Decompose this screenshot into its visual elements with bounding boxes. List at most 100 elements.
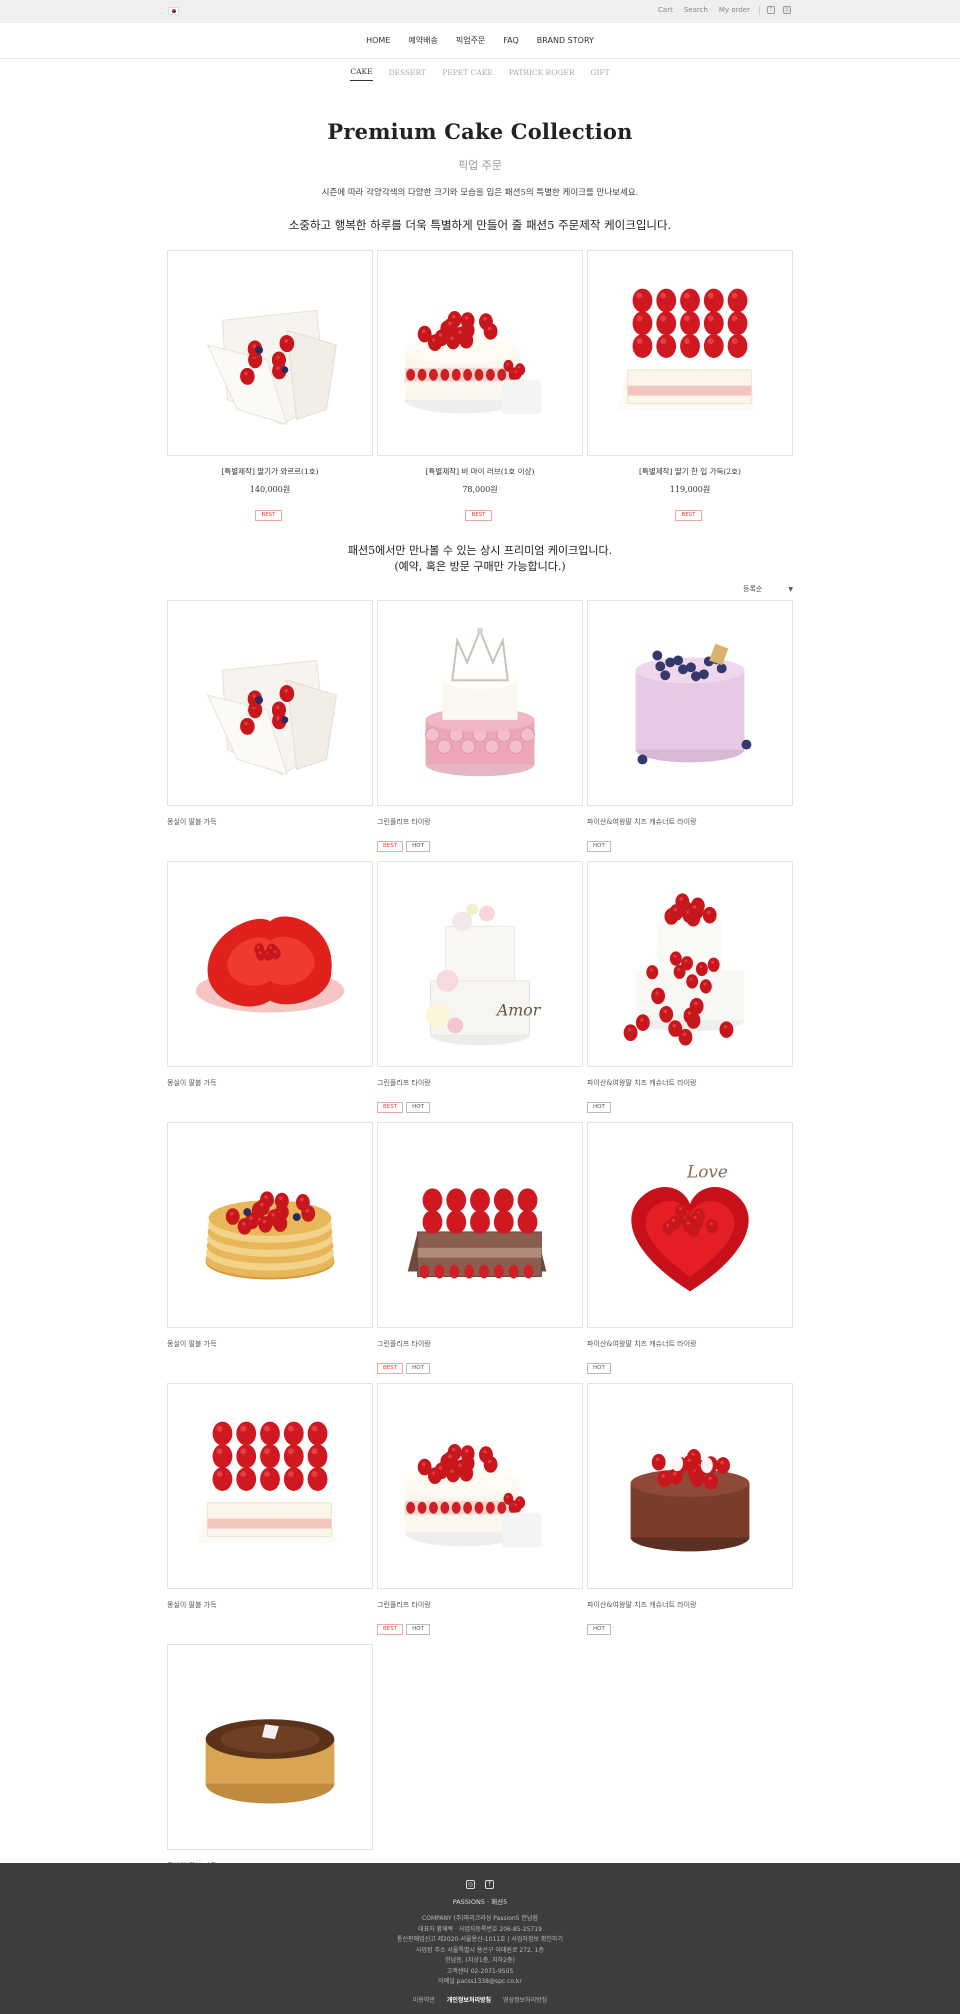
nav-home[interactable]: HOME (366, 36, 390, 45)
nav-brand-story[interactable]: BRAND STORY (537, 36, 594, 45)
product-card[interactable]: 몽실이 딸블 가득 (167, 861, 373, 1122)
featured-name[interactable]: [특별제작] 딸기가 와르르(1호) (167, 466, 373, 477)
facebook-icon[interactable]: f (485, 1880, 494, 1889)
privacy-link[interactable]: 개인정보처리방침 (447, 1995, 491, 2004)
product-thumbnail[interactable] (377, 600, 583, 806)
featured-name[interactable]: [특별제작] 딸기 한 입 가득(2호) (587, 466, 793, 477)
instagram-icon[interactable]: ◎ (466, 1880, 475, 1889)
product-card[interactable]: 몽실이 딸블 가득 (167, 1383, 373, 1644)
tab-cake[interactable]: CAKE (350, 67, 373, 81)
hot-badge: HOT (406, 841, 430, 852)
facebook-icon[interactable]: f (767, 6, 775, 14)
top-utility-bar: Cart Search My order f ◎ (0, 0, 960, 23)
instagram-icon[interactable]: ◎ (783, 6, 791, 14)
nav-pickup[interactable]: 픽업주문 (456, 35, 485, 46)
product-thumbnail[interactable]: Amor (377, 861, 583, 1067)
product-thumbnail[interactable] (167, 1122, 373, 1328)
cake-image (195, 916, 345, 1013)
cake-image (404, 1444, 542, 1548)
product-card[interactable]: 몽실이 딸블 가득 (167, 600, 373, 861)
social-icons: f ◎ (767, 6, 791, 14)
footer-brand: PASSION5 · 패션5 (452, 1898, 508, 1906)
featured-thumbnail[interactable] (587, 250, 793, 456)
tab-dessert[interactable]: DESSERT (389, 68, 427, 81)
best-badge: BEST (377, 1102, 404, 1113)
site-footer: ◎ f PASSION5 · 패션5 COMPANY (주)파리크라상 Pass… (0, 1863, 960, 2014)
footer-company-info: COMPANY (주)파리크라상 Passion5 한남점 대표자 황재복 · 사… (0, 1914, 960, 1988)
featured-card[interactable]: [특별제작] 비 마이 러브(1호 이상) 78,000원 BEST (377, 250, 583, 521)
footer-info-line: 이메일 pacss1338@spc.co.kr (438, 1978, 522, 1985)
best-badge: BEST (255, 510, 282, 521)
cake-image: Amor (425, 903, 542, 1046)
cake-image (206, 309, 337, 426)
cake-image (425, 627, 535, 777)
featured-price: 119,000원 (669, 485, 711, 494)
product-thumbnail[interactable] (377, 1122, 583, 1328)
footer-links: 이용약관 개인정보처리방침 영상정보처리방침 (0, 1995, 960, 2004)
product-card[interactable]: 몽실이 딸블 가득 (167, 1122, 373, 1383)
product-thumbnail[interactable] (167, 600, 373, 806)
product-thumbnail[interactable] (167, 1644, 373, 1850)
product-thumbnail[interactable] (587, 1383, 793, 1589)
product-badges: BEST HOT (377, 1354, 583, 1374)
product-badges: BEST HOT (377, 1615, 583, 1635)
hot-badge: HOT (587, 1624, 611, 1635)
svg-text:Amor: Amor (495, 1000, 542, 1019)
best-badge: BEST (377, 1363, 404, 1374)
korea-flag-icon[interactable] (168, 7, 179, 15)
product-thumbnail[interactable] (377, 1383, 583, 1589)
cake-image (617, 288, 757, 410)
product-card[interactable]: 그린플리프 타이랑 BEST HOT (377, 1383, 583, 1644)
product-thumbnail[interactable] (587, 861, 793, 1067)
best-badge: BEST (377, 841, 404, 852)
product-name[interactable]: 그린플리프 타이랑 (377, 1600, 583, 1610)
featured-name[interactable]: [특별제작] 비 마이 러브(1호 이상) (377, 466, 583, 477)
product-name[interactable]: 몽실이 딸블 가득 (167, 1339, 373, 1349)
premium-intro-line2: (예약, 혹은 방문 구매만 가능합니다.) (394, 560, 566, 573)
product-thumbnail[interactable]: Love (587, 1122, 793, 1328)
product-card[interactable]: 파이산&여왕딸 치즈 캐슈너트 라이랑 HOT (587, 1383, 793, 1644)
hot-badge: HOT (587, 841, 611, 852)
product-name[interactable]: 파이산&여왕딸 치즈 캐슈너트 라이랑 (587, 1078, 793, 1088)
product-name[interactable]: 파이산&여왕딸 치즈 캐슈너트 라이랑 (587, 817, 793, 827)
featured-card[interactable]: [특별제작] 딸기가 와르르(1호) 140,000원 BEST (167, 250, 373, 521)
search-link[interactable]: Search (684, 6, 708, 14)
product-thumbnail[interactable] (167, 861, 373, 1067)
product-name[interactable]: 파이산&여왕딸 치즈 캐슈너트 라이랑 (587, 1339, 793, 1349)
product-name[interactable]: 그린플리프 타이랑 (377, 1078, 583, 1088)
product-card[interactable]: Love 파이산&여왕딸 치즈 캐슈너트 라이랑 HOT (587, 1122, 793, 1383)
product-name[interactable]: 그린플리프 타이랑 (377, 1339, 583, 1349)
product-name[interactable]: 그린플리프 타이랑 (377, 817, 583, 827)
video-policy-link[interactable]: 영상정보처리방침 (503, 1995, 547, 2004)
product-card[interactable]: 파이산&여왕딸 치즈 캐슈너트 라이랑 HOT (587, 600, 793, 861)
featured-thumbnail[interactable] (377, 250, 583, 456)
sort-select[interactable]: 등록순 ▼ (167, 584, 793, 597)
product-badges: BEST HOT (377, 832, 583, 852)
product-name[interactable]: 몽실이 딸블 가득 (167, 817, 373, 827)
featured-headline: 소중하고 행복한 하루를 더욱 특별하게 만들어 줄 패션5 주문제작 케이크입… (288, 218, 672, 232)
nav-faq[interactable]: FAQ (503, 36, 519, 45)
product-name[interactable]: 파이산&여왕딸 치즈 캐슈너트 라이랑 (587, 1600, 793, 1610)
nav-delivery[interactable]: 예약배송 (408, 35, 437, 46)
product-badges: HOT (587, 832, 793, 852)
featured-thumbnail[interactable] (167, 250, 373, 456)
footer-info-line: 사업장 주소 서울특별시 용산구 이태원로 272, 1층 (416, 1946, 544, 1954)
category-tabs: CAKE DESSERT PEPET CAKE PATRICK ROGER GI… (0, 59, 960, 89)
product-name[interactable]: 몽실이 딸블 가득 (167, 1078, 373, 1088)
tab-gift[interactable]: GIFT (590, 68, 609, 81)
product-card[interactable]: Amor 그린플리프 타이랑 BEST HOT (377, 861, 583, 1122)
featured-card[interactable]: [특별제작] 딸기 한 입 가득(2호) 119,000원 BEST (587, 250, 793, 521)
my-order-link[interactable]: My order (719, 6, 750, 14)
main-nav: HOME 예약배송 픽업주문 FAQ BRAND STORY (0, 23, 960, 59)
cart-link[interactable]: Cart (658, 6, 673, 14)
product-name[interactable]: 몽실이 딸블 가득 (167, 1600, 373, 1610)
tab-pepet-cake[interactable]: PEPET CAKE (442, 68, 493, 81)
tab-patrick-roger[interactable]: PATRICK ROGER (509, 68, 575, 81)
product-thumbnail[interactable] (167, 1383, 373, 1589)
product-card[interactable]: 파이산&여왕딸 치즈 캐슈너트 라이랑 HOT (587, 861, 793, 1122)
featured-badges: BEST (587, 501, 793, 521)
product-card[interactable]: 그린플리프 타이랑 BEST HOT (377, 600, 583, 861)
product-thumbnail[interactable] (587, 600, 793, 806)
terms-link[interactable]: 이용약관 (413, 1995, 435, 2004)
product-card[interactable]: 그린플리프 타이랑 BEST HOT (377, 1122, 583, 1383)
